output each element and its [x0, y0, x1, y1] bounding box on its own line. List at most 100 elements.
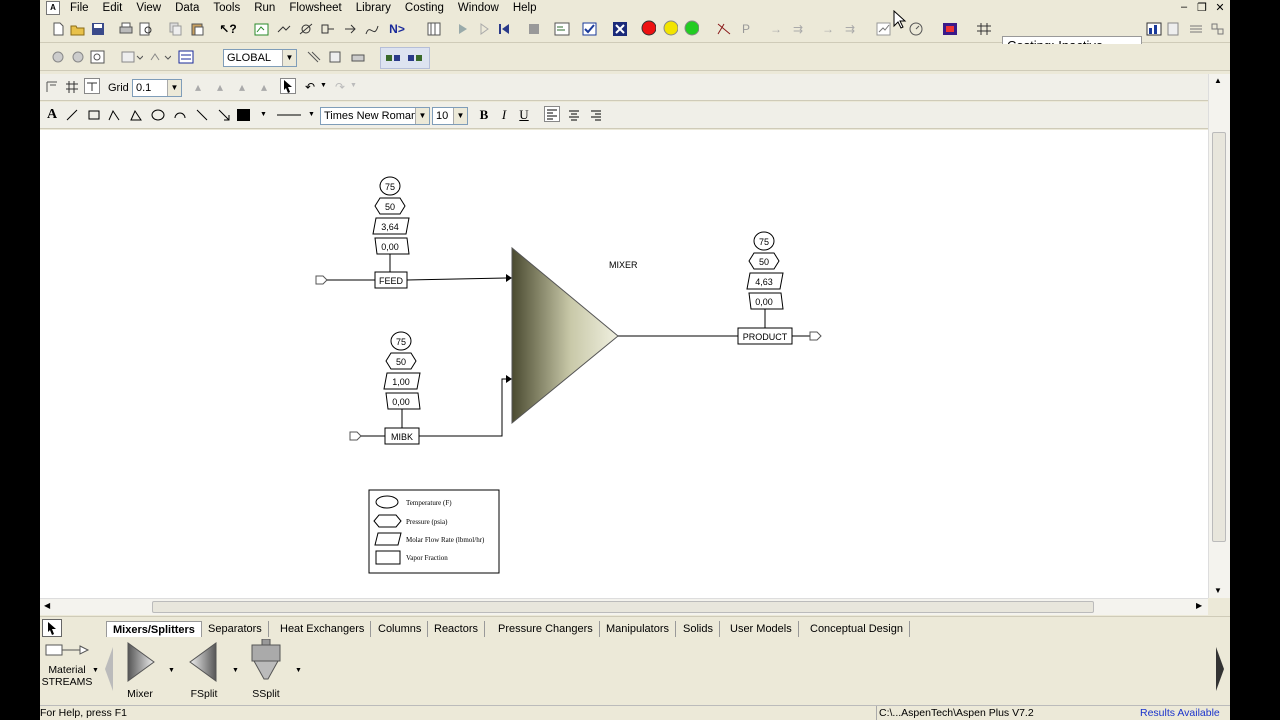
palette-scroll-left-icon[interactable] — [104, 645, 114, 696]
menu-run[interactable]: Run — [248, 2, 283, 14]
chevron-down-icon[interactable]: ▼ — [308, 111, 315, 118]
horizontal-scrollbar[interactable]: ◀ ▶ — [40, 598, 1208, 615]
fsplit-model[interactable]: FSplit — [184, 639, 224, 700]
analysis-icon-4[interactable]: ⇉ — [842, 21, 858, 37]
chevron-down-icon[interactable]: ▼ — [92, 667, 99, 674]
horizontal-scroll-thumb[interactable] — [152, 601, 1094, 613]
grid-toggle-icon[interactable] — [64, 79, 80, 95]
reinitialize-icon[interactable] — [496, 21, 512, 37]
palette-pointer-icon[interactable] — [42, 619, 62, 637]
rotate-left-icon[interactable]: ▴ — [190, 79, 206, 95]
analysis-icon-1[interactable]: → — [768, 21, 784, 37]
print-preview-icon[interactable] — [138, 21, 154, 37]
disconnect-icon[interactable] — [407, 50, 423, 66]
tab-conceptual-design[interactable]: Conceptual Design — [804, 621, 910, 637]
grid-view-icon[interactable] — [976, 21, 992, 37]
menu-window[interactable]: Window — [452, 2, 507, 14]
align-icon[interactable] — [44, 79, 60, 95]
flip-vertical-icon[interactable]: ▴ — [256, 79, 272, 95]
costing-list-icon[interactable] — [1188, 21, 1204, 37]
step-icon[interactable] — [476, 21, 492, 37]
tab-columns[interactable]: Columns — [372, 621, 429, 637]
new-file-icon[interactable] — [50, 21, 66, 37]
tab-mixers-splitters[interactable]: Mixers/Splitters — [106, 621, 202, 637]
results-data-icon[interactable] — [328, 49, 344, 65]
rotate-right-icon[interactable]: ▴ — [212, 79, 228, 95]
mixer-model[interactable]: Mixer — [122, 639, 158, 700]
print-flowsheet-icon[interactable] — [350, 49, 366, 65]
section-options-icon[interactable] — [148, 49, 172, 65]
flowsheet-canvas[interactable]: MIXER FEED 75 50 3,64 0,00 MIBK 75 50 1,… — [40, 130, 1208, 598]
line-style-icon[interactable] — [274, 107, 304, 123]
align-left-icon[interactable] — [544, 106, 560, 122]
tab-pressure-changers[interactable]: Pressure Changers — [492, 621, 600, 637]
chevron-down-icon[interactable]: ▼ — [260, 111, 267, 118]
vertical-scroll-thumb[interactable] — [1212, 132, 1226, 542]
chevron-down-icon[interactable]: ▼ — [232, 667, 239, 674]
flowsheet-drawing[interactable]: MIXER FEED 75 50 3,64 0,00 MIBK 75 50 1,… — [40, 130, 1208, 598]
flip-horizontal-icon[interactable]: ▴ — [234, 79, 250, 95]
palette-scroll-right-icon[interactable] — [1214, 645, 1226, 696]
chevron-down-icon[interactable]: ▼ — [320, 82, 327, 89]
stop-light-green-icon[interactable] — [683, 20, 699, 36]
paste-icon[interactable] — [190, 21, 206, 37]
chevron-down-icon[interactable]: ▼ — [350, 82, 357, 89]
open-folder-icon[interactable] — [70, 21, 86, 37]
stream-feed[interactable]: FEED 75 50 3,64 0,00 — [315, 176, 512, 289]
menu-data[interactable]: Data — [169, 2, 207, 14]
analysis-icon-2[interactable]: ⇉ — [790, 21, 806, 37]
arc-tool-icon[interactable] — [172, 107, 188, 123]
ellipse-tool-icon[interactable] — [150, 107, 166, 123]
tab-separators[interactable]: Separators — [202, 621, 269, 637]
stream-tool-icon[interactable] — [276, 21, 292, 37]
ssplit-model[interactable]: SSplit — [246, 638, 286, 700]
stop-icon[interactable] — [526, 21, 542, 37]
polyline-tool-icon[interactable] — [106, 107, 122, 123]
select-pointer-icon[interactable] — [280, 78, 296, 94]
menu-file[interactable]: File — [64, 2, 97, 14]
menu-costing[interactable]: Costing — [399, 2, 452, 14]
polygon-tool-icon[interactable] — [128, 107, 144, 123]
snap-grid-icon[interactable] — [84, 78, 100, 94]
run-icon[interactable] — [454, 21, 470, 37]
tab-reactors[interactable]: Reactors — [428, 621, 486, 637]
minimize-icon[interactable]: – — [1176, 1, 1192, 13]
mixer-block[interactable] — [511, 246, 619, 425]
page-view-icon[interactable] — [90, 49, 106, 65]
flowsheet-sections-icon[interactable] — [120, 49, 144, 65]
align-right-icon[interactable] — [588, 107, 604, 123]
tab-manipulators[interactable]: Manipulators — [600, 621, 676, 637]
stream-product[interactable]: PRODUCT 75 50 4,63 0,00 — [618, 231, 822, 345]
close-icon[interactable]: ✕ — [1212, 1, 1228, 14]
menu-library[interactable]: Library — [350, 2, 399, 14]
undo-icon[interactable]: ↶ — [302, 79, 318, 95]
chevron-down-icon[interactable]: ▼ — [168, 667, 175, 674]
grid-size-select[interactable]: 0.1 ▼ — [132, 79, 182, 97]
font-size-select[interactable]: 10 ▼ — [432, 107, 468, 125]
scroll-left-icon[interactable]: ◀ — [44, 601, 50, 610]
model-summary-icon[interactable] — [876, 21, 892, 37]
costing-chart-icon[interactable] — [1146, 21, 1162, 37]
print-icon[interactable] — [118, 21, 134, 37]
data-browser-icon[interactable] — [254, 21, 270, 37]
bold-button[interactable]: B — [476, 107, 492, 123]
fill-color-icon[interactable] — [236, 107, 252, 123]
arrow-line-icon[interactable] — [216, 107, 232, 123]
next-button[interactable]: N> — [386, 21, 408, 37]
simulation-icon[interactable] — [70, 49, 86, 65]
deactivate-icon[interactable]: P​ — [738, 21, 754, 37]
line-tool-icon[interactable] — [64, 107, 80, 123]
activate-icon[interactable] — [716, 21, 732, 37]
material-stream-model[interactable]: Material STREAMS — [40, 639, 94, 688]
analysis-icon-3[interactable]: → — [820, 21, 836, 37]
menu-flowsheet[interactable]: Flowsheet — [283, 2, 349, 14]
control-panel-icon[interactable] — [554, 21, 570, 37]
align-center-icon[interactable] — [566, 107, 582, 123]
section-select[interactable]: GLOBAL ▼ — [223, 49, 297, 67]
rectangle-tool-icon[interactable] — [86, 107, 102, 123]
scroll-down-icon[interactable]: ▼ — [1214, 586, 1222, 595]
reconnect-icon[interactable] — [342, 21, 358, 37]
italic-button[interactable]: I — [496, 107, 512, 123]
costing-options-icon[interactable] — [1210, 21, 1226, 37]
flowsheet-tool-icon[interactable] — [298, 21, 314, 37]
